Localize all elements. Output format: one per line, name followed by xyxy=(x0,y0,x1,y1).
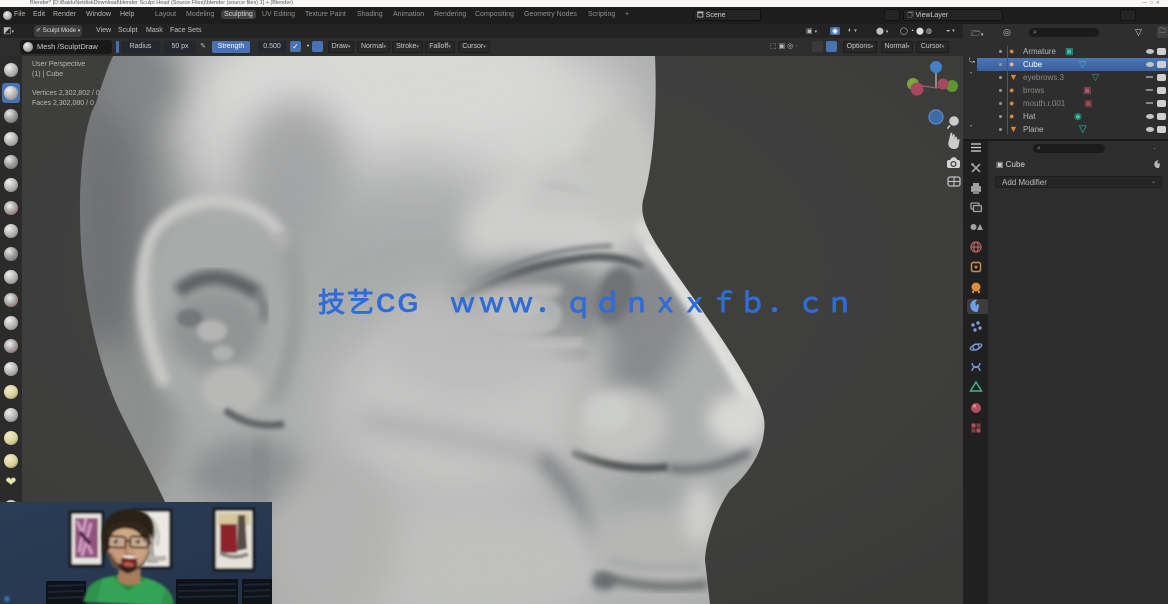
svg-text:Vertices 2,302,802 / 0: Vertices 2,302,802 / 0 xyxy=(32,90,100,97)
svg-text:User Perspective: User Perspective xyxy=(32,61,85,68)
svg-text:Faces 2,302,080 / 0: Faces 2,302,080 / 0 xyxy=(32,100,94,107)
svg-text:(1) | Cube: (1) | Cube xyxy=(32,71,63,78)
